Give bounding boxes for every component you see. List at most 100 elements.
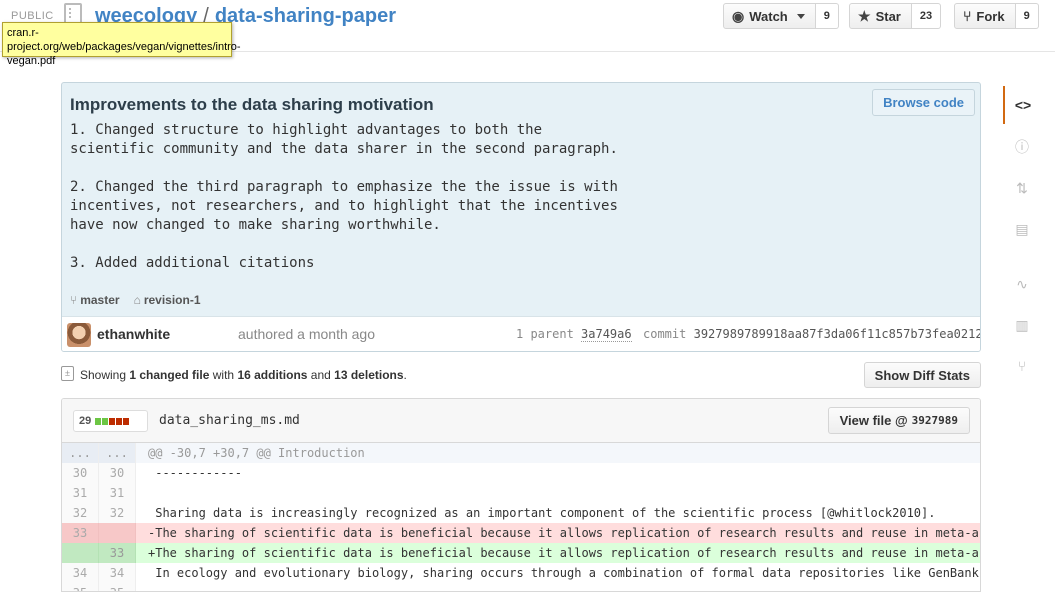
show-diff-stats-button[interactable]: Show Diff Stats [863, 362, 981, 388]
line-number-new[interactable]: 30 [99, 463, 136, 483]
sidebar-item-pull-requests[interactable]: ⇅ [1003, 169, 1041, 207]
file-diff-icon: ± [61, 366, 74, 381]
diff-code: -The sharing of scientific data is benef… [148, 526, 980, 540]
toc-bar: ± Showing 1 changed file with 16 additio… [61, 362, 981, 388]
line-number-old[interactable]: 33 [62, 523, 99, 543]
commit-parent: 1 parent 3a749a6 [516, 327, 632, 342]
diffstat-block-deleted [109, 417, 116, 425]
line-number-old[interactable]: 30 [62, 463, 99, 483]
branch-name: master [80, 293, 120, 307]
branch-icon: ⑂ [70, 293, 78, 307]
network-icon: ⑂ [1017, 358, 1027, 374]
toc-summary: Showing 1 changed file with 16 additions… [80, 368, 407, 382]
toc-and: and [310, 368, 331, 382]
watch-group: ◉ Watch 9 [723, 3, 839, 29]
line-number-new[interactable]: 33 [99, 543, 136, 563]
parent-sha-link[interactable]: 3a749a6 [581, 327, 632, 342]
diff-code: ------------ [148, 466, 242, 480]
star-group: ★ Star 23 [849, 3, 942, 29]
eye-icon: ◉ [732, 7, 745, 24]
diff-addition-row: 33 +The sharing of scientific data is be… [62, 543, 980, 563]
toc-deletions: 13 deletions [334, 368, 404, 382]
star-icon: ★ [858, 7, 871, 24]
watch-count[interactable]: 9 [815, 3, 839, 29]
commit-label: commit [643, 327, 687, 341]
file-diffstat: 29 [73, 410, 148, 432]
star-label: Star [875, 8, 901, 24]
line-number-old[interactable]: 35 [62, 583, 99, 591]
tag-icon: ⌂ [133, 293, 141, 307]
diff-context-row: 35 35 [62, 583, 980, 591]
view-file-sha: 3927989 [911, 414, 958, 427]
diffstat-block-deleted [123, 417, 130, 425]
line-number-old[interactable]: 31 [62, 483, 99, 503]
issues-icon: ⓘ [1015, 139, 1029, 155]
line-number-new[interactable]: 34 [99, 563, 136, 583]
sidebar-item-network[interactable]: ⑂ [1003, 347, 1041, 385]
view-file-label: View file @ [839, 413, 908, 428]
line-number-old[interactable]: 32 [62, 503, 99, 523]
avatar[interactable] [67, 323, 91, 347]
watch-label: Watch [749, 8, 788, 24]
line-number-new[interactable]: 32 [99, 503, 136, 523]
tag-name: revision-1 [143, 293, 201, 307]
sidebar-item-issues[interactable]: ⓘ [1003, 128, 1041, 166]
commit-authored-time: authored a month ago [238, 326, 375, 342]
line-number-old[interactable]: 34 [62, 563, 99, 583]
sidebar-item-wiki[interactable]: ▤ [1003, 210, 1041, 248]
commit-author-link[interactable]: ethanwhite [97, 326, 170, 342]
fork-count[interactable]: 9 [1015, 3, 1039, 29]
toc-additions: 16 additions [237, 368, 308, 382]
view-file-button[interactable]: View file @ 3927989 [827, 407, 970, 434]
diff-context-row: 34 34 In ecology and evolutionary biolog… [62, 563, 980, 583]
repo-name-link[interactable]: data-sharing-paper [215, 5, 396, 27]
sidebar-item-graphs[interactable]: ▥ [1003, 306, 1041, 344]
diff-context-row: 31 31 [62, 483, 980, 503]
graphs-icon: ▥ [1015, 316, 1029, 333]
toc-period: . [403, 368, 407, 382]
diff-code [142, 583, 980, 591]
line-number-old[interactable] [62, 543, 99, 563]
toc-showing: Showing [80, 368, 127, 382]
file-header: 29 data_sharing_ms.md View file @ 392798… [62, 399, 980, 443]
parent-label: 1 parent [516, 327, 574, 341]
line-number-new[interactable]: ... [99, 443, 136, 463]
line-number-new[interactable]: 31 [99, 483, 136, 503]
sidebar-item-pulse[interactable]: ∿ [1003, 265, 1041, 303]
diff-code: Sharing data is increasingly recognized … [148, 506, 936, 520]
public-label: PUBLIC [11, 10, 54, 22]
diffstat-block-added [102, 417, 109, 425]
repo-sidebar: <> ⓘ ⇅ ▤ ∿ ▥ ⑂ [1003, 84, 1043, 404]
branch-item[interactable]: ⑂ master [70, 293, 120, 307]
diff-table: ... ... @@ -30,7 +30,7 @@ Introduction 3… [62, 443, 980, 591]
diff-hunk-row: ... ... @@ -30,7 +30,7 @@ Introduction [62, 443, 980, 463]
line-number-new[interactable]: 35 [99, 583, 136, 591]
star-button[interactable]: ★ Star [849, 3, 912, 29]
commit-description: 1. Changed structure to highlight advant… [70, 122, 618, 271]
diff-code [142, 483, 980, 503]
diff-context-row: 30 30 ------------ [62, 463, 980, 483]
diff-code: +The sharing of scientific data is benef… [148, 546, 980, 560]
diff-deletion-row: 33 -The sharing of scientific data is be… [62, 523, 980, 543]
fork-group: ⑂ Fork 9 [954, 3, 1039, 29]
code-icon: <> [1014, 97, 1032, 113]
commit-title: Improvements to the data sharing motivat… [70, 95, 434, 114]
star-count[interactable]: 23 [911, 3, 942, 29]
watch-button[interactable]: ◉ Watch [723, 3, 816, 29]
line-number-old[interactable]: ... [62, 443, 99, 463]
chevron-down-icon [796, 13, 805, 19]
diff-code: In ecology and evolutionary biology, sha… [148, 566, 980, 580]
sidebar-item-code[interactable]: <> [1003, 86, 1041, 124]
commit-sha: commit 3927989789918aa87f3da06f11c857b73… [643, 327, 981, 341]
fork-button[interactable]: ⑂ Fork [954, 3, 1016, 29]
file-name[interactable]: data_sharing_ms.md [159, 413, 300, 428]
browse-code-button[interactable]: Browse code [872, 89, 975, 116]
toc-with: with [212, 368, 235, 382]
fork-label: Fork [976, 8, 1005, 24]
commit-sha-value: 3927989789918aa87f3da06f11c857b73fea0212 [693, 327, 981, 341]
tag-item[interactable]: ⌂ revision-1 [134, 293, 201, 307]
toc-changed-files[interactable]: 1 changed file [129, 368, 209, 382]
pull-requests-icon: ⇅ [1016, 179, 1028, 196]
line-number-new[interactable] [99, 523, 136, 543]
wiki-icon: ▤ [1015, 220, 1029, 237]
